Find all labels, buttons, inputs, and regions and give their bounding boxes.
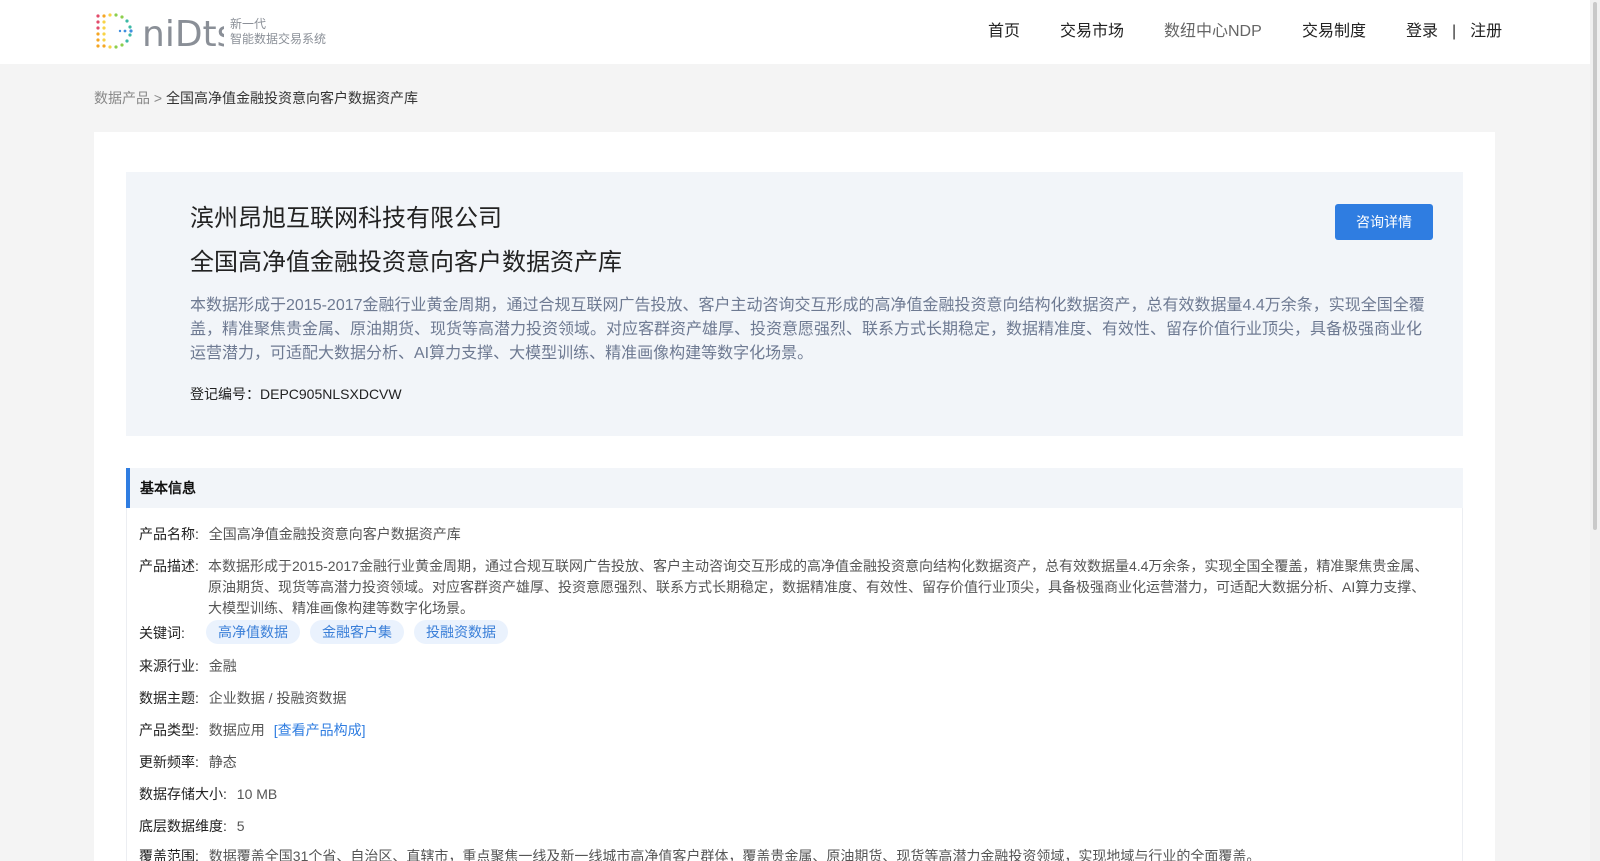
- breadcrumb-separator: >: [153, 90, 163, 106]
- info-row-coverage: 覆盖范围: 数据覆盖全国31个省、自治区、直辖市，重点聚焦一线及新一线城市高净值…: [139, 846, 1260, 861]
- info-value: 数据应用: [208, 722, 265, 738]
- info-label: 数据主题:: [139, 690, 199, 706]
- logo-tagline: 新一代 智能数据交易系统: [230, 17, 326, 47]
- registration-value: DEPC905NLSXDCVW: [260, 386, 402, 402]
- page-title: 全国高净值金融投资意向客户数据资产库: [190, 249, 622, 276]
- info-label: 来源行业:: [139, 658, 199, 674]
- info-label: 更新频率:: [139, 754, 199, 770]
- info-row-type: 产品类型: 数据应用 [查看产品构成]: [139, 720, 366, 741]
- logo-wordmark: niDts: [142, 14, 224, 52]
- nav-home[interactable]: 首页: [988, 20, 1020, 44]
- info-label: 覆盖范围:: [139, 848, 199, 861]
- keyword-tag[interactable]: 金融客户集: [310, 620, 404, 644]
- page-scrollbar[interactable]: [1590, 0, 1600, 861]
- registration-number: 登记编号：DEPC905NLSXDCVW: [190, 384, 402, 404]
- info-value: 金融: [208, 658, 237, 674]
- info-row-name: 产品名称: 全国高净值金融投资意向客户数据资产库: [139, 524, 461, 545]
- info-value: 全国高净值金融投资意向客户数据资产库: [208, 526, 461, 542]
- auth-links: 登录 | 注册: [1406, 20, 1502, 44]
- breadcrumb-current: 全国高净值金融投资意向客户数据资产库: [165, 90, 418, 106]
- auth-separator: |: [1452, 23, 1457, 40]
- product-summary: 本数据形成于2015-2017金融行业黄金周期，通过合规互联网广告投放、客户主动…: [190, 297, 1425, 362]
- nav-rules[interactable]: 交易制度: [1302, 20, 1366, 44]
- logo-d-mark-icon: [96, 13, 133, 49]
- site-logo[interactable]: niDts 新一代 智能数据交易系统: [94, 11, 326, 53]
- company-name: 滨州昂旭互联网科技有限公司: [190, 205, 502, 232]
- registration-label: 登记编号：: [190, 386, 260, 402]
- info-value: 数据覆盖全国31个省、自治区、直辖市，重点聚焦一线及新一线城市高净值客户群体，覆…: [208, 848, 1261, 861]
- info-label: 关键词:: [139, 625, 185, 641]
- register-link[interactable]: 注册: [1470, 20, 1502, 44]
- info-row-theme: 数据主题: 企业数据 / 投融资数据: [139, 688, 346, 709]
- consult-button[interactable]: 咨询详情: [1335, 204, 1433, 240]
- svg-text:niDts: niDts: [142, 14, 224, 52]
- login-link[interactable]: 登录: [1406, 20, 1438, 44]
- keyword-tags: 高净值数据 金融客户集 投融资数据: [206, 620, 508, 644]
- info-row-size: 数据存储大小: 10 MB: [139, 784, 277, 805]
- info-value: 10 MB: [236, 786, 278, 802]
- nav-market[interactable]: 交易市场: [1060, 20, 1124, 44]
- basic-info-section: 基本信息 产品名称: 全国高净值金融投资意向客户数据资产库 产品描述: 本数据形…: [126, 468, 1463, 861]
- breadcrumb-root[interactable]: 数据产品: [94, 90, 150, 106]
- info-row-frequency: 更新频率: 静态: [139, 752, 237, 773]
- info-value: 5: [236, 818, 245, 834]
- keyword-tag[interactable]: 投融资数据: [414, 620, 508, 644]
- product-card: 滨州昂旭互联网科技有限公司 全国高净值金融投资意向客户数据资产库 本数据形成于2…: [94, 132, 1495, 861]
- info-label: 数据存储大小:: [139, 786, 227, 802]
- product-hero: 滨州昂旭互联网科技有限公司 全国高净值金融投资意向客户数据资产库 本数据形成于2…: [126, 172, 1463, 436]
- logo-tagline-line1: 新一代: [230, 17, 267, 31]
- basic-info-title: 基本信息: [140, 480, 196, 496]
- breadcrumb: 数据产品 > 全国高净值金融投资意向客户数据资产库: [94, 88, 418, 108]
- keyword-tag[interactable]: 高净值数据: [206, 620, 300, 644]
- info-value: 本数据形成于2015-2017金融行业黄金周期，通过合规互联网广告投放、客户主动…: [208, 558, 1429, 616]
- info-label: 产品名称:: [139, 526, 199, 542]
- basic-info-header: 基本信息: [126, 468, 1463, 508]
- info-label: 产品描述:: [139, 558, 199, 574]
- info-row-industry: 来源行业: 金融: [139, 656, 237, 677]
- info-label: 底层数据维度:: [139, 818, 227, 834]
- view-composition-link[interactable]: [查看产品构成]: [274, 722, 366, 738]
- info-value: 企业数据 / 投融资数据: [208, 690, 347, 706]
- scrollbar-thumb[interactable]: [1593, 2, 1597, 530]
- info-value: 静态: [208, 754, 237, 770]
- logo-tagline-line2: 智能数据交易系统: [230, 32, 327, 46]
- top-header: niDts 新一代 智能数据交易系统 首页 交易市场 数纽中心NDP 交易制度 …: [0, 0, 1600, 64]
- info-row-dimension: 底层数据维度: 5: [139, 816, 245, 837]
- info-row-keywords: 关键词: 高净值数据 金融客户集 投融资数据: [139, 620, 508, 644]
- nav-ndp[interactable]: 数纽中心NDP: [1164, 20, 1262, 44]
- info-label: 产品类型:: [139, 722, 199, 738]
